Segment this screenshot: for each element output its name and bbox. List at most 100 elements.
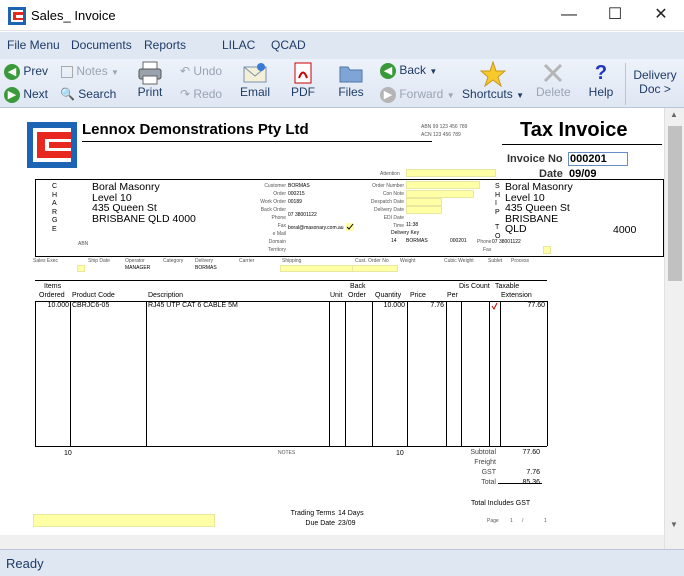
abn-text: ABN 99 123 456 789 — [421, 124, 468, 130]
status-text: Ready — [6, 556, 44, 571]
email-label: Email — [239, 85, 270, 99]
close-icon[interactable]: ✕ — [638, 0, 684, 31]
cust-order-field[interactable] — [352, 265, 398, 272]
customer-values: BORMAS 000215 00189 07 38001122 boral@masona… — [288, 182, 344, 242]
address-left-border — [35, 179, 36, 257]
vertical-scrollbar[interactable]: ▲ ▼ — [664, 108, 684, 549]
mid-labels-line: Work Order — [260, 199, 286, 205]
acn-text: ACN 123 456 789 — [421, 132, 461, 138]
summary-value: 7.76 — [526, 469, 540, 476]
attention-field[interactable] — [406, 169, 496, 177]
prev-label: Prev — [23, 64, 49, 79]
page-separator: / — [522, 518, 524, 524]
redo-button[interactable]: ↷ Redo — [180, 87, 222, 101]
column-divider — [146, 301, 147, 446]
doc-title: Tax Invoice — [520, 119, 628, 141]
scroll-thumb[interactable] — [668, 126, 682, 281]
company-name: Lennox Demonstrations Pty Ltd — [82, 121, 309, 138]
scroll-down-icon[interactable]: ▼ — [670, 520, 678, 529]
maximize-icon[interactable]: ☐ — [592, 0, 638, 31]
right-labels-line: Time — [393, 223, 404, 229]
next-button[interactable]: ▶ Next — [4, 87, 48, 103]
charge-letters: CHARGE — [52, 183, 57, 234]
mid-values-line: BORMAS — [288, 183, 310, 189]
notes-button[interactable]: Notes ▼ — [61, 64, 119, 78]
horizontal-scrollbar[interactable] — [0, 535, 664, 549]
column-divider — [500, 301, 501, 446]
table-top-border — [35, 280, 547, 281]
search-label: Search — [78, 87, 117, 101]
search-button[interactable]: 🔍 Search — [60, 87, 116, 101]
minimize-icon[interactable]: — — [546, 0, 592, 31]
gst-underline — [498, 483, 542, 484]
delivery-doc-button[interactable]: Delivery Doc > — [630, 68, 680, 96]
sales-exec-field[interactable] — [77, 265, 85, 272]
trading-terms-label: Trading Terms — [290, 510, 335, 517]
email-button[interactable]: Email — [238, 61, 272, 99]
column-top-header: Items — [44, 283, 62, 290]
shortcuts-button[interactable]: Shortcuts ▼ — [460, 61, 526, 101]
line-quantity: 10.000 — [383, 302, 405, 309]
search-icon: 🔍 — [60, 87, 75, 101]
delete-label: Delete — [536, 85, 571, 99]
menu-documents[interactable]: Documents — [71, 38, 132, 52]
delete-icon — [543, 63, 563, 83]
charge-addr-line: Boral Masonry — [92, 181, 160, 193]
help-button[interactable]: ? Help — [587, 61, 615, 99]
prev-button[interactable]: ◀ Prev — [4, 64, 48, 80]
total-quantity: 10 — [396, 450, 404, 457]
invoice-no-field[interactable]: 000201 — [568, 152, 628, 166]
forward-button[interactable]: ▶ Forward ▼ — [380, 87, 455, 103]
charge-letters-line: C — [52, 183, 58, 190]
mid-labels-line: Back Order — [260, 207, 286, 213]
ship-letters-line — [495, 217, 500, 224]
menu-qcad[interactable]: QCAD — [271, 38, 306, 52]
fax-checkbox[interactable] — [543, 246, 551, 254]
order-number-field[interactable] — [406, 181, 480, 189]
footer-note-field[interactable] — [33, 514, 215, 527]
right-labels-line: Order Number — [372, 183, 404, 189]
undo-button[interactable]: ↶ Undo — [180, 64, 222, 78]
column-divider — [70, 301, 71, 446]
total-items: 10 — [64, 450, 72, 457]
ship-postcode: 4000 — [613, 224, 637, 236]
delete-button[interactable]: Delete — [536, 61, 571, 99]
notes-label: NOTES — [278, 450, 296, 456]
back-button[interactable]: ◀ Back ▼ — [380, 63, 437, 79]
print-button[interactable]: Print — [135, 61, 165, 99]
mid-values-line — [288, 237, 344, 242]
menu-lilac[interactable]: LILAC — [222, 38, 255, 52]
help-label: Help — [588, 85, 614, 99]
line-description: RJ45 UTP CAT 6 CABLE 5M — [148, 302, 238, 309]
invoice-document: Lennox Demonstrations Pty Ltd ABN 99 123… — [0, 108, 684, 549]
row2-label: Operator — [125, 258, 145, 264]
con-note-field[interactable] — [406, 190, 474, 198]
charge-letters-line: E — [52, 225, 57, 233]
dropdown-icon: ▼ — [111, 68, 119, 77]
undo-label: Undo — [193, 64, 223, 78]
column-header: Order — [348, 292, 366, 299]
column-header: Product Code — [72, 292, 115, 299]
charge-addr-line: 435 Queen St — [92, 202, 157, 214]
delivery-key-3: 000201 — [450, 238, 467, 244]
delivery-date-field[interactable] — [406, 206, 442, 214]
shortcuts-dropdown-icon: ▼ — [516, 91, 524, 100]
column-divider — [489, 301, 490, 446]
scroll-up-icon[interactable]: ▲ — [670, 110, 678, 119]
delivery-value: BORMAS — [195, 265, 217, 271]
delivery-key-2: BORMAS — [406, 238, 428, 244]
summary-label: Freight — [474, 459, 496, 466]
folder-icon — [339, 66, 363, 83]
menu-file[interactable]: File Menu — [7, 38, 60, 52]
menu-reports[interactable]: Reports — [144, 38, 186, 52]
pdf-button[interactable]: PDF — [289, 61, 317, 99]
mid-labels-line: Fax — [277, 223, 286, 229]
despatch-date-field[interactable] — [406, 198, 442, 206]
back-label: Back — [399, 63, 427, 78]
row2-label: Sales Exec — [33, 258, 59, 264]
status-bar: Ready — [0, 549, 684, 576]
attention-label: Attention — [380, 171, 400, 177]
files-button[interactable]: Files — [337, 61, 365, 99]
column-top-header: Taxable — [495, 283, 520, 290]
pdf-label: PDF — [291, 85, 315, 99]
